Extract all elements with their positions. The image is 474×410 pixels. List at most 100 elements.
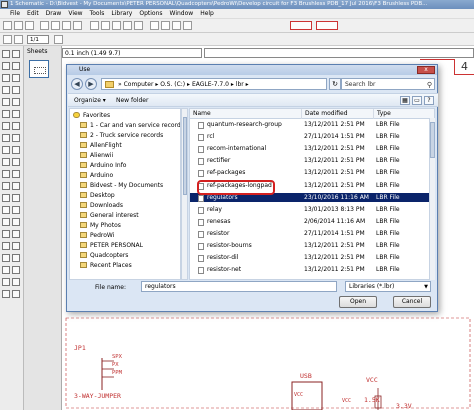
forward-button[interactable]: ▶ [85, 78, 97, 90]
open-button[interactable]: Open [339, 296, 377, 308]
file-row[interactable]: renesas 2/06/2014 11:16 AM LBR File [190, 217, 430, 227]
search-icon[interactable]: ⚲ [427, 80, 432, 91]
nav-item[interactable]: 1 - Car and van service records [70, 121, 180, 130]
nav-item[interactable]: PedroWi [70, 231, 180, 240]
nav-item[interactable]: Alienwii [70, 151, 180, 160]
file-row[interactable]: relay 13/01/2013 8:13 PM LBR File [190, 205, 430, 215]
address-bar[interactable]: » Computer ▸ O.S. (C:) ▸ EAGLE-7.7.0 ▸ l… [101, 78, 327, 90]
favorites-group[interactable]: Favorites [70, 111, 180, 120]
arc-icon[interactable] [12, 194, 20, 202]
file-row[interactable]: resistor 27/11/2014 1:51 PM LBR File [190, 229, 430, 239]
zoom-fit-icon[interactable] [90, 21, 99, 30]
delete-icon[interactable] [12, 110, 20, 118]
wire-icon[interactable] [2, 182, 10, 190]
column-name-header[interactable]: Name [190, 109, 302, 119]
menu-tools[interactable]: Tools [90, 10, 105, 17]
gateswap-icon[interactable] [12, 134, 20, 142]
menu-draw[interactable]: Draw [46, 10, 62, 17]
print-icon[interactable] [25, 21, 34, 30]
nav-item[interactable]: 2 - Truck service records [70, 131, 180, 140]
help-button[interactable]: ? [424, 96, 434, 105]
navigation-scrollbar[interactable] [181, 108, 188, 280]
nav-item[interactable]: Bidvest - My Documents [70, 181, 180, 190]
board-icon[interactable] [51, 21, 60, 30]
show-icon[interactable] [12, 50, 20, 58]
file-row[interactable]: resistor-net 13/12/2011 2:51 PM LBR File [190, 265, 430, 275]
net-icon[interactable] [12, 218, 20, 226]
nav-item[interactable]: Desktop [70, 191, 180, 200]
file-row[interactable]: rcl 27/11/2014 1:51 PM LBR File [190, 132, 430, 142]
move-icon[interactable] [2, 74, 10, 82]
display-icon[interactable] [2, 62, 10, 70]
bus-icon[interactable] [2, 218, 10, 226]
organize-button[interactable]: Organize ▾ [74, 94, 106, 107]
nav-item[interactable]: AllenFlight [70, 141, 180, 150]
refresh-icon[interactable]: ↻ [329, 78, 341, 90]
erc-icon[interactable] [2, 254, 10, 262]
file-row[interactable]: recom-international 13/12/2011 2:51 PM LBR… [190, 144, 430, 154]
column-type-header[interactable]: Type [374, 109, 434, 119]
file-row[interactable]: resistor-bourns 13/12/2011 2:51 PM LBR Fil… [190, 241, 430, 251]
preview-pane-icon[interactable]: ▭ [412, 96, 422, 105]
circle-icon[interactable] [2, 194, 10, 202]
navigation-scroll-thumb[interactable] [183, 117, 187, 195]
errors-icon[interactable] [12, 254, 20, 262]
paste-icon[interactable] [2, 110, 10, 118]
group-icon[interactable] [2, 98, 10, 106]
invoke-icon[interactable] [12, 170, 20, 178]
column-date-header[interactable]: Date modified [302, 109, 374, 119]
redo-icon[interactable] [161, 21, 170, 30]
name-icon[interactable] [2, 146, 10, 154]
split-icon[interactable] [2, 170, 10, 178]
zoom-out-icon[interactable] [112, 21, 121, 30]
go-icon[interactable] [183, 21, 192, 30]
text-icon[interactable] [12, 182, 20, 190]
mirror-icon[interactable] [2, 86, 10, 94]
menu-help[interactable]: Help [200, 10, 214, 17]
zoom-select-icon[interactable] [134, 21, 143, 30]
layer-icon[interactable] [54, 35, 63, 44]
lock-icon[interactable] [2, 290, 10, 298]
value-icon[interactable] [12, 146, 20, 154]
command-line-input[interactable] [204, 48, 474, 58]
cam-icon[interactable] [40, 21, 49, 30]
nav-item[interactable]: General interest [70, 211, 180, 220]
change-icon[interactable] [12, 98, 20, 106]
nav-item[interactable]: Arduino [70, 171, 180, 180]
modules-icon[interactable] [12, 266, 20, 274]
attribute-icon[interactable] [2, 242, 10, 250]
menu-view[interactable]: View [68, 10, 82, 17]
port-icon[interactable] [2, 278, 10, 286]
file-name-input[interactable]: regulators [141, 281, 337, 292]
menu-file[interactable]: File [10, 10, 20, 17]
file-list-scroll-thumb[interactable] [430, 122, 435, 158]
smash-icon[interactable] [2, 158, 10, 166]
new-folder-button[interactable]: New folder [116, 94, 148, 107]
redraw-icon[interactable] [123, 21, 132, 30]
sheet-thumbnail[interactable] [29, 60, 49, 78]
undo-icon[interactable] [150, 21, 159, 30]
file-row[interactable]: ref-packages 13/12/2011 2:51 PM LBR File [190, 168, 430, 178]
back-button[interactable]: ◀ [71, 78, 83, 90]
rect-icon[interactable] [2, 206, 10, 214]
info-icon[interactable] [2, 50, 10, 58]
menu-options[interactable]: Options [139, 10, 162, 17]
page-select[interactable]: 1/1 [27, 35, 49, 44]
file-row[interactable]: quantum-research-group 13/12/2011 2:51 PM… [190, 120, 430, 130]
nav-item[interactable]: Quadcopters [70, 251, 180, 260]
dimension-icon[interactable] [12, 242, 20, 250]
zoom-in-icon[interactable] [101, 21, 110, 30]
miter-icon[interactable] [12, 158, 20, 166]
rotate-icon[interactable] [12, 86, 20, 94]
replace-icon[interactable] [2, 134, 10, 142]
frame-icon[interactable] [2, 266, 10, 274]
ripup-icon[interactable] [12, 278, 20, 286]
view-options-icon[interactable]: ▦ [400, 96, 410, 105]
mark-icon[interactable] [12, 62, 20, 70]
search-input[interactable]: Search lbr ⚲ [341, 78, 435, 90]
menu-edit[interactable]: Edit [27, 10, 39, 17]
menu-window[interactable]: Window [170, 10, 194, 17]
nav-item[interactable]: Recent Places [70, 261, 180, 270]
add-icon[interactable] [2, 122, 10, 130]
nav-item[interactable]: Arduino Info [70, 161, 180, 170]
